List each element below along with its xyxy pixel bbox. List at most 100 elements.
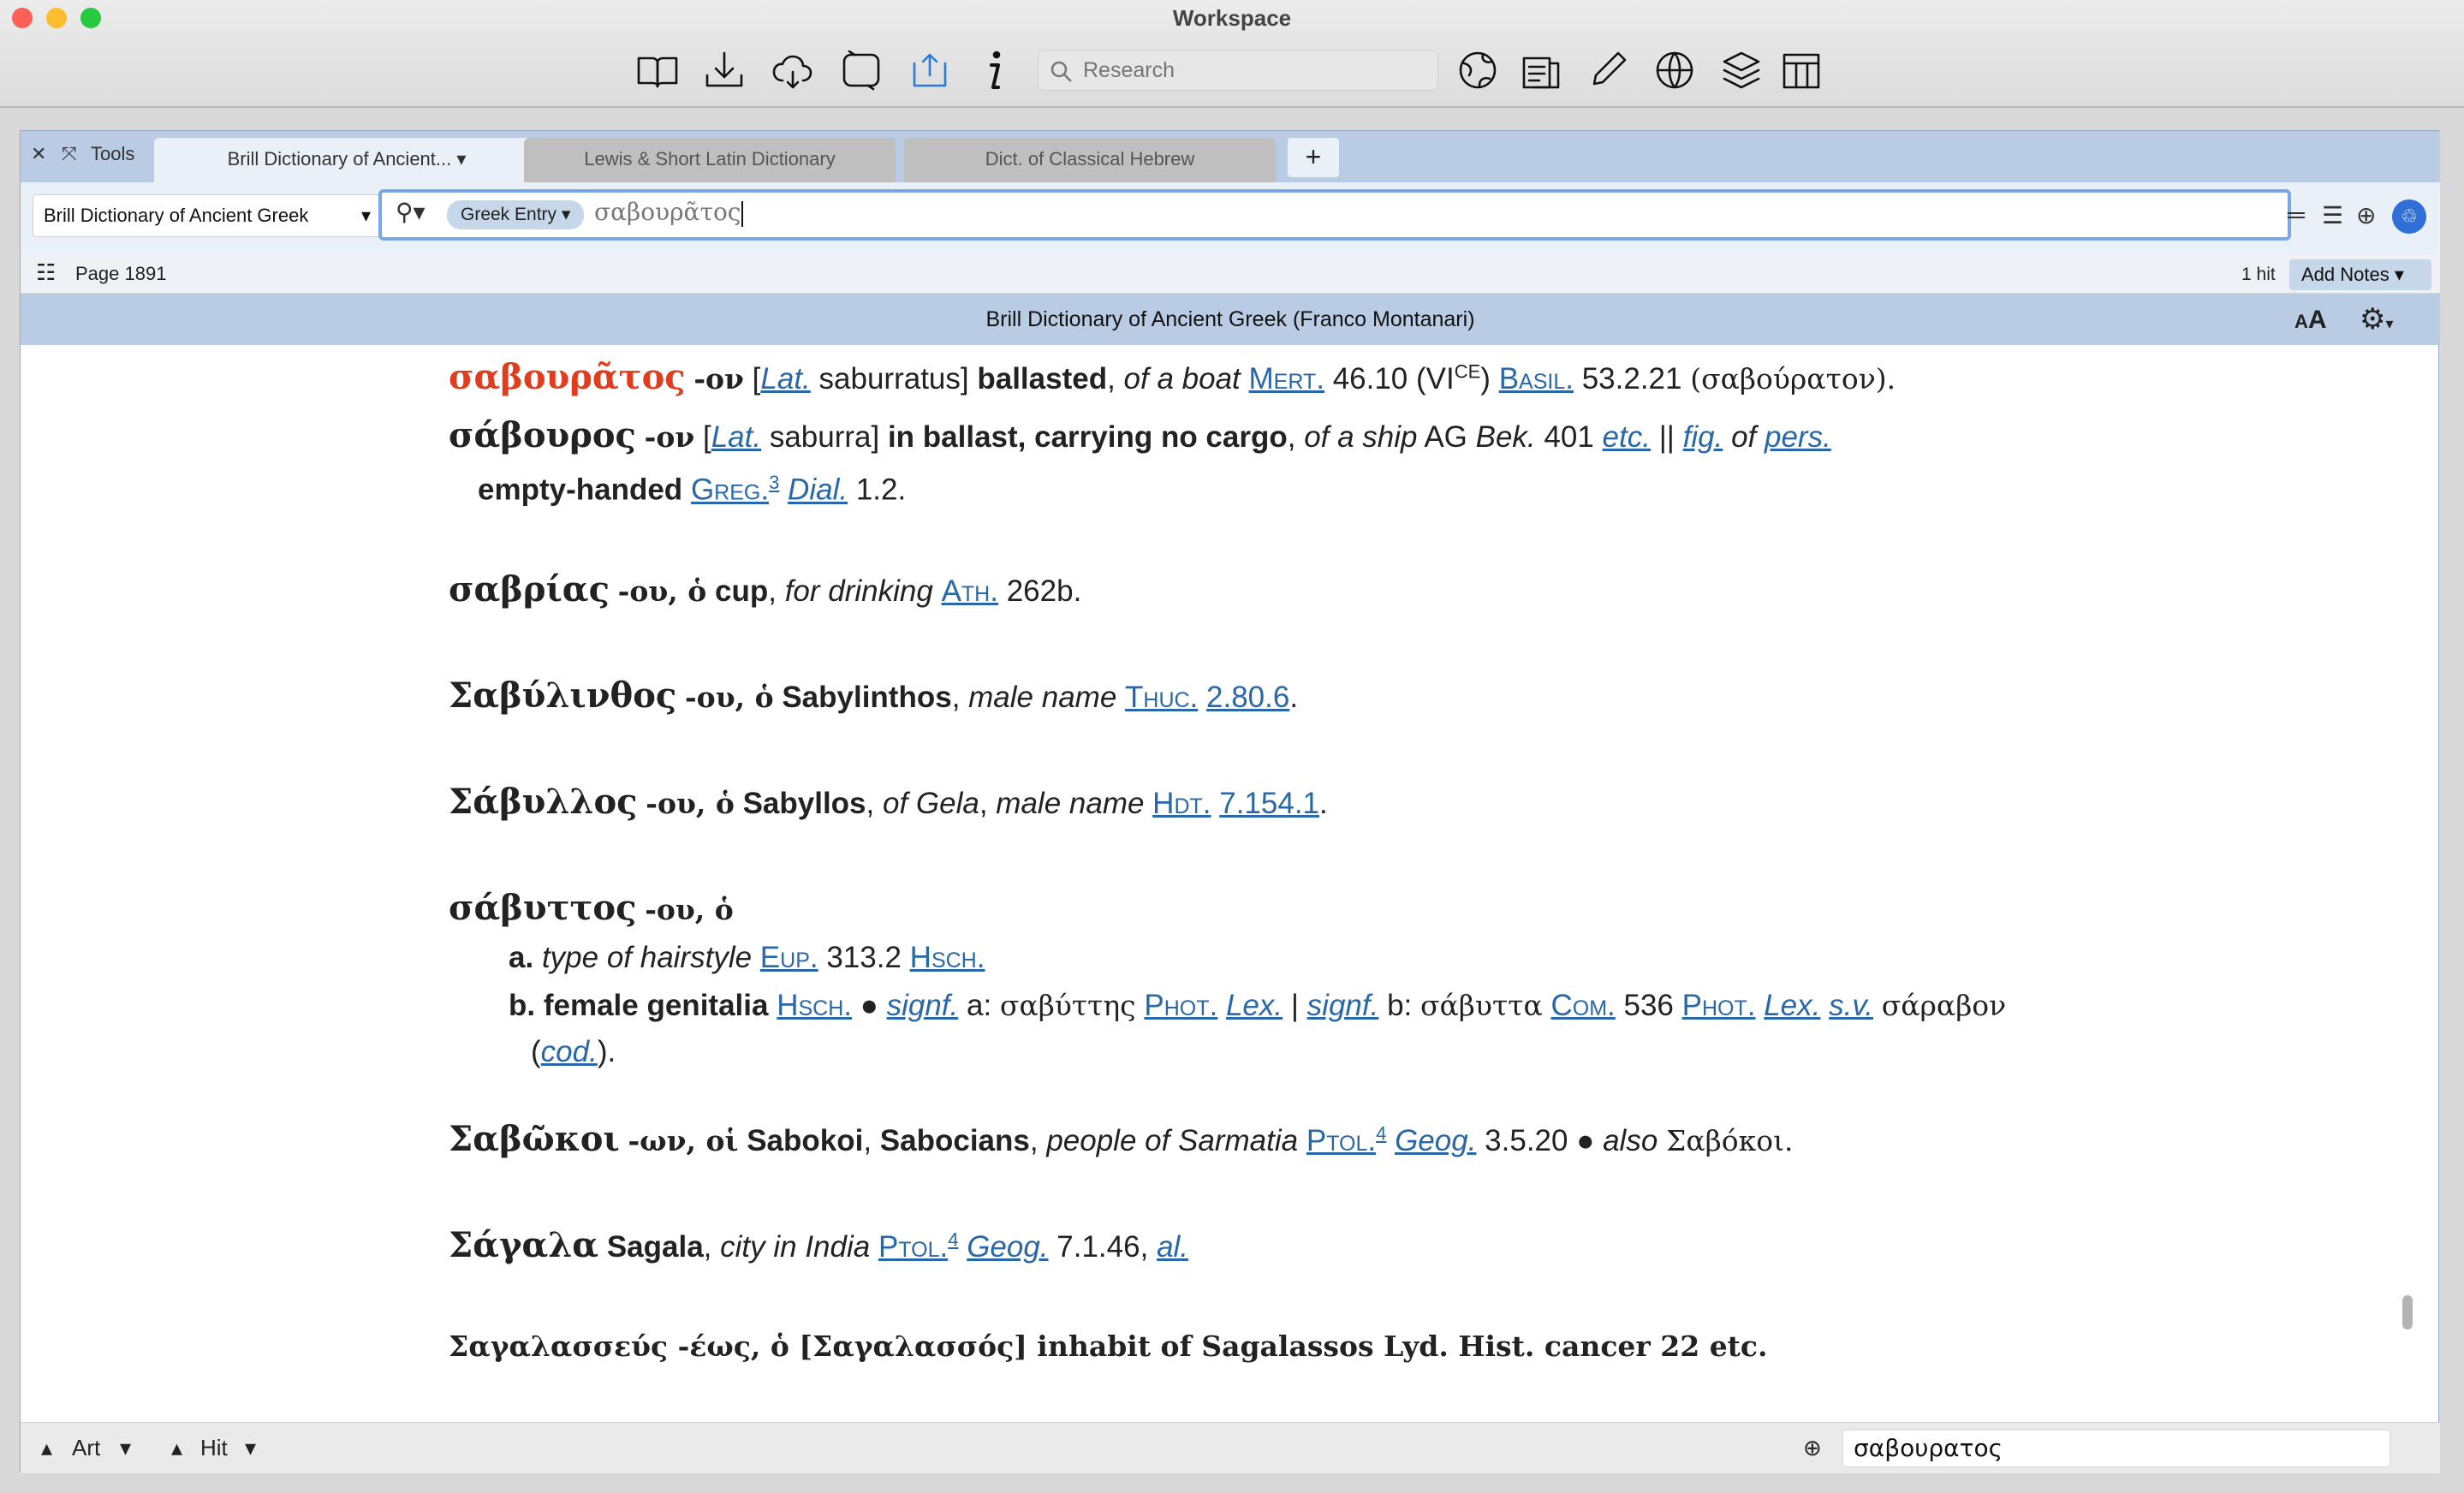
layers-icon[interactable] (1714, 43, 1769, 98)
reference-link[interactable]: Hdt. (1152, 787, 1211, 820)
reference-link[interactable]: Basil. (1499, 362, 1574, 396)
greek-form: σάραβον (1881, 989, 2007, 1022)
signf-link[interactable]: signf. (887, 989, 959, 1022)
al-link[interactable]: al. (1157, 1230, 1188, 1264)
passage-guide-icon[interactable] (1514, 43, 1568, 98)
usage-note: of Gela (882, 787, 979, 820)
search-query-input[interactable]: σαβουρᾶτος (594, 198, 743, 227)
reference-link[interactable]: Eup. (760, 941, 818, 974)
visual-filter-icon[interactable]: ☰ (2322, 201, 2343, 229)
search-options-icon[interactable]: ⚲▾ (396, 198, 426, 226)
highlight-icon[interactable] (1580, 43, 1635, 98)
reference-link[interactable]: Phot. (1144, 989, 1217, 1022)
research-input[interactable] (1083, 56, 1425, 85)
entry-sabouratos: σαβουρᾶτος -ον [Lat. saburratus] ballast… (449, 357, 1896, 397)
reference-link[interactable]: Lex. (1764, 989, 1820, 1022)
inflection: -ου, ὁ (684, 681, 774, 714)
tab-brill[interactable]: Brill Dictionary of Ancient... ▾ (154, 138, 539, 182)
reference-link[interactable]: Hsch. (777, 989, 852, 1022)
reference-link[interactable]: Lex. (1226, 989, 1283, 1022)
latin-link[interactable]: Lat. (711, 420, 761, 454)
entry-sagalasseus: Σαγαλασσεύς -έως, ὁ [Σαγαλασσός] inhabit… (449, 1329, 1768, 1364)
tab-classical-hebrew[interactable]: Dict. of Classical Hebrew (904, 138, 1276, 182)
art-nav-label: Art (72, 1435, 101, 1460)
reference-link[interactable]: Ath. (942, 574, 998, 608)
gear-icon[interactable]: ⚙▾ (2360, 302, 2394, 336)
link-set-icon[interactable]: ♲ (2392, 199, 2426, 234)
reference-link[interactable]: s.v. (1829, 989, 1873, 1022)
download-icon[interactable] (697, 43, 752, 98)
usage-note: type of hairstyle (541, 941, 753, 974)
tab-label: Brill Dictionary of Ancient... (227, 148, 452, 170)
reference-link[interactable]: Geog. (1395, 1124, 1476, 1157)
greek-form: σαβύττης (999, 989, 1136, 1022)
usage-note: also (1603, 1124, 1658, 1157)
latin-link[interactable]: Lat. (760, 362, 810, 396)
globe-icon[interactable] (1450, 43, 1505, 98)
pers-link[interactable]: pers. (1765, 420, 1831, 454)
expand-icon[interactable]: ⤧ (62, 143, 77, 165)
document-title: Brill Dictionary of Ancient Greek (Franc… (985, 307, 1475, 331)
reference-link[interactable]: Dial. (788, 473, 848, 507)
inline-search-input[interactable]: σαβουρατος (1842, 1430, 2390, 1467)
citation-link[interactable]: 7.154.1 (1219, 787, 1319, 820)
library-icon[interactable] (630, 43, 685, 98)
reference-link[interactable]: Com. (1550, 989, 1615, 1022)
tab-lewis-short[interactable]: Lewis & Short Latin Dictionary (524, 138, 896, 182)
citation: 401 (1544, 420, 1594, 454)
sense-label: b. (509, 989, 536, 1022)
reference-link[interactable]: Mert. (1249, 362, 1324, 396)
reference-link[interactable]: Ptol. (878, 1230, 948, 1264)
cloud-sync-icon[interactable] (765, 43, 820, 98)
prev-hit-button[interactable]: ▴ (171, 1435, 182, 1461)
gloss: empty-handed (478, 473, 683, 507)
www-icon[interactable] (1647, 43, 1702, 98)
headword: Σαβῶκοι (449, 1119, 620, 1159)
reference-link[interactable]: Hsch. (910, 941, 985, 974)
reference-link[interactable]: Ptol. (1306, 1124, 1376, 1157)
tools-menu[interactable]: Tools (91, 143, 134, 165)
etc-link[interactable]: etc. (1603, 420, 1651, 454)
font-size-icon[interactable]: AA (2294, 306, 2327, 335)
chevron-down-icon: ▾ (360, 205, 371, 226)
language-icon[interactable]: ⊕ (1803, 1435, 1822, 1461)
tab-label: Dict. of Classical Hebrew (985, 148, 1195, 170)
page-number: Page 1891 (75, 263, 167, 284)
inflection: -ον (644, 420, 695, 454)
reference-link[interactable]: Thuc. (1125, 681, 1198, 714)
next-hit-button[interactable]: ▾ (245, 1435, 256, 1461)
gloss: Sabokoi (747, 1124, 864, 1157)
add-icon[interactable]: ⊕ (2356, 201, 2376, 229)
cod-link[interactable]: cod. (541, 1035, 598, 1068)
sync-icon[interactable] (834, 43, 889, 98)
research-search-field[interactable] (1038, 50, 1438, 91)
reference-link[interactable]: Geog. (967, 1230, 1048, 1264)
reference-link[interactable]: Greg. (691, 473, 769, 507)
fig-link[interactable]: fig. (1683, 420, 1723, 454)
parallel-resources-icon[interactable]: ═ (2288, 201, 2305, 229)
citation-link[interactable]: 2.80.6 (1206, 681, 1289, 714)
layout-icon[interactable] (1774, 43, 1829, 98)
entry-search-box[interactable]: ⚲▾ Greek Entry ▾ σαβουρᾶτος (378, 189, 2291, 241)
table-of-contents-icon[interactable]: ☷ (36, 259, 56, 286)
add-notes-button[interactable]: Add Notes ▾ (2289, 259, 2431, 290)
new-tab-button[interactable]: + (1288, 138, 1339, 177)
tab-bar: ✕ ⤧ Tools Brill Dictionary of Ancient...… (21, 131, 2440, 182)
close-panel-icon[interactable]: ✕ (31, 143, 46, 165)
inflection: -ον (693, 362, 744, 396)
search-type-dropdown[interactable]: Greek Entry ▾ (447, 200, 585, 229)
next-art-button[interactable]: ▾ (120, 1435, 131, 1461)
citation: 313.2 (826, 941, 902, 974)
bullet: ● (1576, 1124, 1595, 1157)
info-icon[interactable] (967, 43, 1022, 98)
document-header: Brill Dictionary of Ancient Greek (Franc… (21, 294, 2440, 345)
scrollbar-thumb[interactable] (2402, 1295, 2413, 1329)
prev-art-button[interactable]: ▴ (41, 1435, 52, 1461)
reference-link[interactable]: Phot. (1682, 989, 1756, 1022)
book-selector[interactable]: Brill Dictionary of Ancient Greek ▾ (33, 194, 384, 237)
citation: 3.5.20 (1485, 1124, 1568, 1157)
greek-form: σάβυττα (1420, 989, 1543, 1022)
tab-label: Lewis & Short Latin Dictionary (584, 148, 836, 170)
signf-link[interactable]: signf. (1307, 989, 1379, 1022)
share-icon[interactable] (902, 43, 957, 98)
